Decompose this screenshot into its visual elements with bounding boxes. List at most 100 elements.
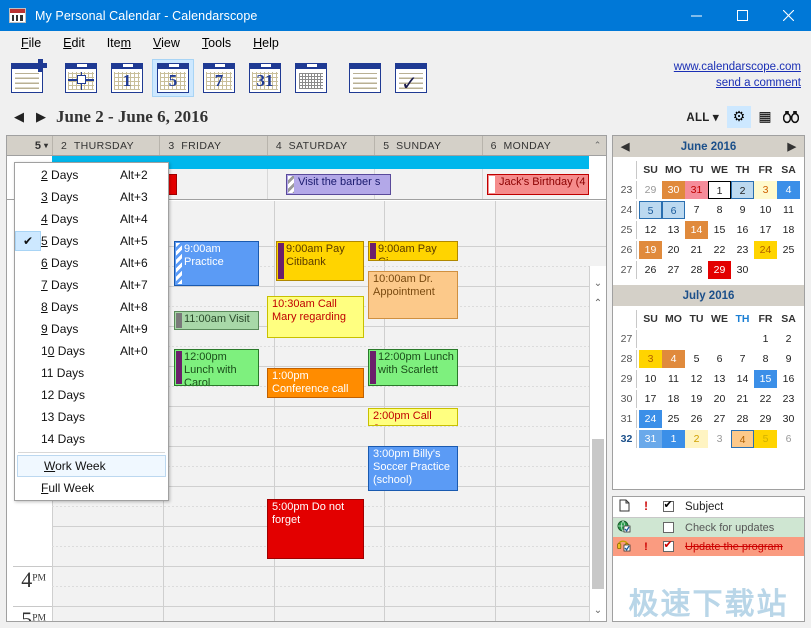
menu-tools[interactable]: Tools [191,33,242,53]
menu-item-13-days[interactable]: 13 Days [15,406,168,428]
mini-cal-day[interactable]: 1 [662,430,685,448]
menu-item-7-days[interactable]: 7 Days Alt+7 [15,274,168,296]
mini-cal-day[interactable]: 30 [777,410,800,428]
calendar-event-allday[interactable]: Jack's Birthday (4 [487,174,589,195]
mini-cal-day[interactable] [662,330,685,348]
mini-cal-day[interactable]: 3 [708,430,731,448]
mini-cal-day[interactable]: 28 [685,261,708,279]
mini-cal-day[interactable]: 26 [685,410,708,428]
mini-cal-day[interactable]: 11 [662,370,685,388]
mini-cal-day[interactable]: 15 [708,221,731,239]
calendar-event[interactable]: 9:00am Pay Citibank [276,241,364,281]
new-item-button[interactable] [6,59,48,97]
mini-cal-day[interactable]: 4 [777,181,800,199]
next-period-button[interactable]: ▶ [30,109,52,125]
mini-cal-day[interactable]: 5 [639,201,662,219]
calendar-event[interactable]: 5:00pm Do not forget [267,499,364,559]
scroll-bottom-chevron-icon[interactable]: ⌄ [590,605,606,616]
mini-cal-day[interactable]: 14 [731,370,754,388]
year-view-button[interactable] [290,59,332,97]
calendar-event[interactable]: 9:00am Practice [174,241,259,286]
menu-edit[interactable]: Edit [52,33,96,53]
week-view-button[interactable]: 7 [198,59,240,97]
day-header-monday[interactable]: 6 MONDAY [482,136,589,155]
mini-cal-day[interactable]: 28 [731,410,754,428]
list-view-button[interactable] [344,59,386,97]
menu-item-full-week[interactable]: Full Week [15,477,168,499]
mini-cal-day[interactable]: 22 [754,390,777,408]
close-button[interactable] [765,0,811,31]
mini-cal-day[interactable]: 24 [754,241,777,259]
calendar-event[interactable]: 9:00am Pay Ci... [368,241,458,261]
priority-icon[interactable]: ! [635,501,657,513]
calendar-event[interactable]: 11:00am Visit ... [174,311,259,330]
menu-help[interactable]: Help [242,33,290,53]
calendar-event[interactable]: 1:00pm Conference call [267,368,364,398]
day-header-friday[interactable]: 3 FRIDAY [159,136,266,155]
mini-cal-day[interactable]: 18 [777,221,800,239]
category-filter-button[interactable]: ALL ▾ [686,110,719,124]
calendar-event-allday[interactable]: Visit the barber s [286,174,391,195]
scroll-down-chevron-icon[interactable]: ⌄ [590,278,606,289]
mini-cal-day[interactable]: 7 [685,201,708,219]
mini-cal-day[interactable]: 24 [639,410,662,428]
mini-cal-day[interactable]: 22 [708,241,731,259]
mini-cal-day[interactable]: 30 [731,261,754,279]
mini-cal-prev-button[interactable]: ◀ [621,140,629,153]
mini-cal-day[interactable]: 6 [708,350,731,368]
mini-cal-day[interactable]: 26 [639,261,662,279]
mini-cal-day[interactable]: 12 [685,370,708,388]
mini-cal-day[interactable]: 17 [754,221,777,239]
mini-cal-day[interactable]: 16 [777,370,800,388]
mini-cal-day[interactable]: 31 [639,430,662,448]
mini-cal-day[interactable]: 7 [731,350,754,368]
mini-cal-day[interactable]: 8 [754,350,777,368]
mini-cal-day[interactable]: 9 [777,350,800,368]
mini-cal-day[interactable]: 2 [685,430,708,448]
month-view-button[interactable]: 31 [244,59,286,97]
mini-cal-day[interactable]: 1 [754,330,777,348]
mini-cal-day[interactable]: 13 [708,370,731,388]
mini-cal-day[interactable]: 9 [731,201,754,219]
menu-item-3-days[interactable]: 3 Days Alt+3 [15,186,168,208]
menu-item-11-days[interactable]: 11 Days [15,362,168,384]
menu-item-14-days[interactable]: 14 Days [15,428,168,450]
mini-cal-day[interactable]: 21 [685,241,708,259]
mini-cal-day[interactable]: 4 [731,430,754,448]
day-view-button[interactable]: 1 [106,59,148,97]
mini-cal-day[interactable]: 19 [639,241,662,259]
mini-cal-day[interactable] [777,261,800,279]
mini-cal-day[interactable]: 3 [754,181,777,199]
document-icon[interactable] [613,499,635,515]
mini-cal-day[interactable]: 12 [639,221,662,239]
day-header-saturday[interactable]: 4 SATURDAY [267,136,374,155]
calendar-event[interactable]: 3:00pm Billy's Soccer Practice (school) [368,446,458,491]
scroll-up-chevron-icon[interactable]: ⌃ [590,298,606,309]
mini-cal-day[interactable]: 21 [731,390,754,408]
five-day-view-button[interactable]: 5 [152,59,194,97]
mini-cal-day[interactable] [639,330,662,348]
mini-cal-day[interactable]: 27 [662,261,685,279]
menu-view[interactable]: View [142,33,191,53]
maximize-button[interactable] [719,0,765,31]
mini-cal-day[interactable]: 10 [639,370,662,388]
calendar-event[interactable]: 12:00pm Lunch with Scarlett [368,349,458,386]
mini-cal-day[interactable]: 29 [754,410,777,428]
mini-cal-day[interactable]: 14 [685,221,708,239]
calendar-event[interactable]: 10:00am Dr. Appointment [368,271,458,319]
calendar-vertical-scrollbar[interactable]: ⌄ ⌃ ⌄ [589,266,606,621]
task-view-button[interactable]: ✓ [390,59,432,97]
grid-view-button[interactable] [60,59,102,97]
mini-cal-day[interactable]: 20 [708,390,731,408]
task-checkbox[interactable] [657,541,679,553]
mini-cal-day[interactable]: 25 [777,241,800,259]
mini-cal-day[interactable] [708,330,731,348]
mini-cal-day[interactable]: 31 [685,181,708,199]
menu-item-6-days[interactable]: 6 Days Alt+6 [15,252,168,274]
menu-item-9-days[interactable]: 9 Days Alt+9 [15,318,168,340]
mini-cal-day[interactable]: 5 [754,430,777,448]
mini-cal-day[interactable]: 2 [731,181,754,199]
mini-cal-day[interactable] [685,330,708,348]
calendar-event[interactable]: 12:00pm Lunch with Carol [174,349,259,386]
mini-cal-day[interactable]: 1 [708,181,731,199]
